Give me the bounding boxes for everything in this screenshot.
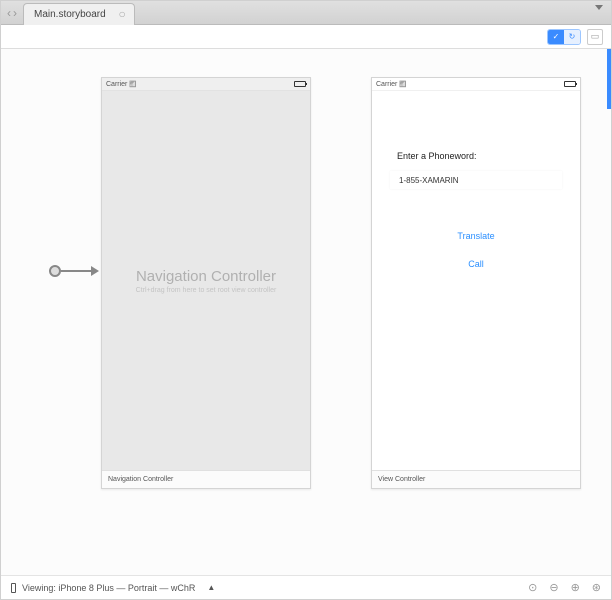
toolbar: ✓ ↻ ▭	[1, 25, 611, 49]
nav-back-icon[interactable]: ‹	[7, 6, 11, 20]
battery-icon	[294, 81, 306, 87]
translate-button[interactable]: Translate	[372, 231, 580, 241]
carrier-label: Carrier	[106, 81, 137, 88]
scene-footer-label: View Controller	[372, 470, 580, 488]
panel-toggle-icon[interactable]: ▭	[587, 29, 603, 45]
tab-overflow-icon[interactable]	[595, 5, 603, 10]
arrow-head-icon	[91, 266, 99, 276]
device-icon	[11, 583, 16, 593]
phoneword-label: Enter a Phoneword:	[397, 151, 477, 161]
scene-footer-label: Navigation Controller	[102, 470, 310, 488]
call-button[interactable]: Call	[372, 259, 580, 269]
status-bar-sim: Carrier	[102, 78, 310, 91]
entry-line	[61, 270, 91, 272]
phoneword-input[interactable]	[399, 176, 561, 185]
nav-controller-title: Navigation Controller	[136, 268, 276, 285]
entry-point-arrow[interactable]	[49, 265, 99, 277]
tab-bar: ‹ › Main.storyboard ○	[1, 1, 611, 25]
zoom-reset-icon[interactable]: ⊕	[571, 581, 580, 594]
view-controller-body: Enter a Phoneword: Translate Call	[372, 91, 580, 470]
status-bar-sim: Carrier	[372, 78, 580, 91]
check-icon: ✓	[548, 30, 564, 44]
scene-view-controller[interactable]: Carrier Enter a Phoneword: Translate Cal…	[371, 77, 581, 489]
nav-arrows: ‹ ›	[7, 6, 17, 20]
tab-label: Main.storyboard	[34, 9, 106, 20]
carrier-label: Carrier	[376, 81, 407, 88]
warning-icon[interactable]: ▲	[207, 583, 215, 592]
scene-navigation-controller[interactable]: Carrier Navigation Controller Ctrl+drag …	[101, 77, 311, 489]
tab-main-storyboard[interactable]: Main.storyboard ○	[23, 3, 135, 25]
bottom-status-bar: Viewing: iPhone 8 Plus — Portrait — wChR…	[1, 575, 611, 599]
battery-icon	[564, 81, 576, 87]
viewing-label[interactable]: Viewing: iPhone 8 Plus — Portrait — wChR	[22, 583, 195, 593]
nav-controller-subtitle: Ctrl+drag from here to set root view con…	[136, 287, 277, 294]
zoom-controls: ⊙ ⊖ ⊕ ⊛	[528, 581, 601, 594]
close-icon[interactable]: ○	[118, 8, 125, 20]
sync-badge[interactable]: ✓ ↻	[547, 29, 581, 45]
nav-forward-icon[interactable]: ›	[13, 6, 17, 20]
refresh-icon: ↻	[564, 30, 580, 44]
zoom-out-icon[interactable]: ⊖	[549, 581, 558, 594]
phoneword-input-wrap	[390, 171, 562, 189]
zoom-in-icon[interactable]: ⊛	[592, 581, 601, 594]
entry-circle-icon	[49, 265, 61, 277]
storyboard-canvas[interactable]: Carrier Navigation Controller Ctrl+drag …	[1, 49, 611, 575]
zoom-fit-icon[interactable]: ⊙	[528, 581, 537, 594]
nav-controller-body: Navigation Controller Ctrl+drag from her…	[102, 91, 310, 470]
right-panel-handle[interactable]	[607, 49, 611, 109]
